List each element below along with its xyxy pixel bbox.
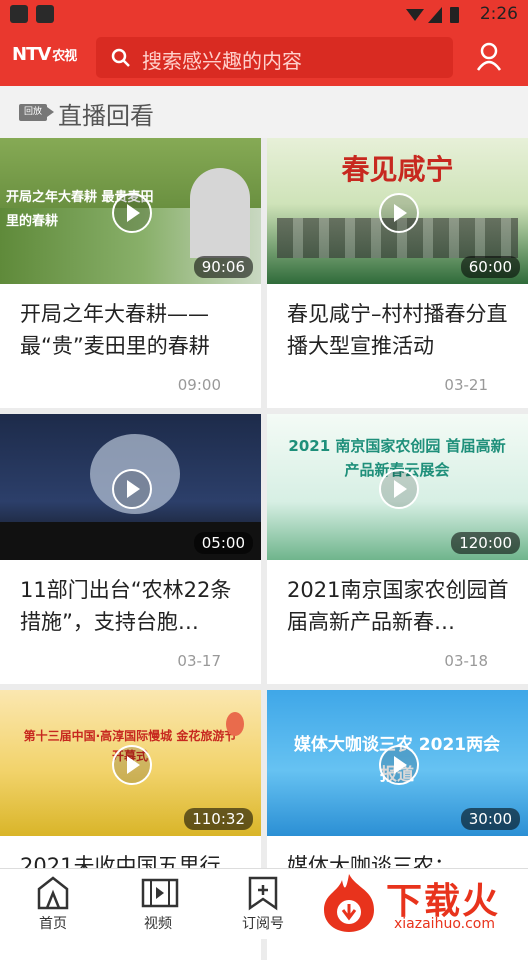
search-icon — [111, 48, 130, 67]
video-thumbnail: 开局之年大春耕 最贵麦田里的春耕 90:06 — [0, 138, 261, 284]
tab-subscribe[interactable]: 订阅号 — [223, 869, 303, 939]
search-placeholder: 搜索感兴趣的内容 — [142, 49, 302, 73]
video-date: 09:00 — [177, 376, 221, 394]
subscribe-icon — [248, 876, 278, 911]
duration-badge: 05:00 — [193, 532, 253, 554]
play-icon — [379, 469, 419, 509]
user-icon[interactable] — [476, 42, 502, 72]
video-thumbnail: 2021 南京国家农创园 首届高新产品新春云展会 120:00 — [267, 414, 528, 560]
play-icon — [379, 745, 419, 785]
duration-badge: 30:00 — [460, 808, 520, 830]
signal-battery-icon — [406, 7, 459, 23]
thumbnail-caption: 春见咸宁 — [341, 153, 454, 186]
video-thumbnail: 媒体大咖谈三农 2021两会报道 30:00 — [267, 690, 528, 836]
video-title: 春见咸宁–村村播春分直播大型宣推活动 — [287, 302, 508, 358]
status-bar: 2:26 — [0, 0, 528, 30]
section-header: 回放 直播回看 — [0, 86, 528, 138]
video-card[interactable]: 2021 南京国家农创园 首届高新产品新春云展会 120:00 2021南京国家… — [267, 414, 528, 684]
app-header: NTV 农视 搜索感兴趣的内容 — [0, 30, 528, 86]
video-card[interactable]: 05:00 11部门出台“农林22条措施”，支持台胞… 03-17 — [0, 414, 261, 684]
duration-badge: 120:00 — [451, 532, 520, 554]
logo-text: NTV — [12, 44, 51, 65]
video-thumbnail: 春见咸宁 60:00 — [267, 138, 528, 284]
video-icon — [141, 878, 179, 908]
watermark: 下载火 xiazaihuo.com — [310, 868, 528, 938]
video-thumbnail: 05:00 — [0, 414, 261, 560]
play-icon — [112, 745, 152, 785]
app-logo[interactable]: NTV 农视 — [12, 44, 77, 65]
watermark-url: xiazaihuo.com — [394, 916, 495, 932]
video-date: 03-17 — [177, 652, 221, 670]
duration-badge: 90:06 — [193, 256, 253, 278]
video-title: 11部门出台“农林22条措施”，支持台胞… — [20, 578, 232, 634]
video-thumbnail: 第十三届中国·高淳国际慢城 金花旅游节开幕式 110:32 — [0, 690, 261, 836]
notification-icon — [36, 5, 54, 23]
tab-video[interactable]: 视频 — [118, 869, 198, 939]
tab-label: 视频 — [144, 916, 172, 932]
video-title: 开局之年大春耕——最“贵”麦田里的春耕 — [20, 302, 210, 358]
video-card[interactable]: 开局之年大春耕 最贵麦田里的春耕 90:06 开局之年大春耕——最“贵”麦田里的… — [0, 138, 261, 408]
search-bar[interactable]: 搜索感兴趣的内容 — [96, 37, 453, 78]
home-icon — [37, 876, 69, 910]
clock: 2:26 — [479, 4, 518, 24]
flame-logo-icon — [324, 874, 374, 932]
duration-badge: 60:00 — [460, 256, 520, 278]
duration-badge: 110:32 — [184, 808, 253, 830]
tab-label: 订阅号 — [242, 916, 284, 932]
play-icon — [112, 193, 152, 233]
play-icon — [112, 469, 152, 509]
logo-sub: 农视 — [52, 49, 77, 64]
video-date: 03-21 — [444, 376, 488, 394]
replay-icon: 回放 — [19, 104, 54, 121]
notification-icon — [10, 5, 28, 23]
play-icon — [379, 193, 419, 233]
section-title: 直播回看 — [58, 102, 154, 130]
tab-home[interactable]: 首页 — [13, 869, 93, 939]
video-date: 03-18 — [444, 652, 488, 670]
video-card[interactable]: 春见咸宁 60:00 春见咸宁–村村播春分直播大型宣推活动 03-21 — [267, 138, 528, 408]
tab-label: 首页 — [39, 916, 67, 932]
video-title: 2021南京国家农创园首届高新产品新春… — [287, 578, 509, 634]
